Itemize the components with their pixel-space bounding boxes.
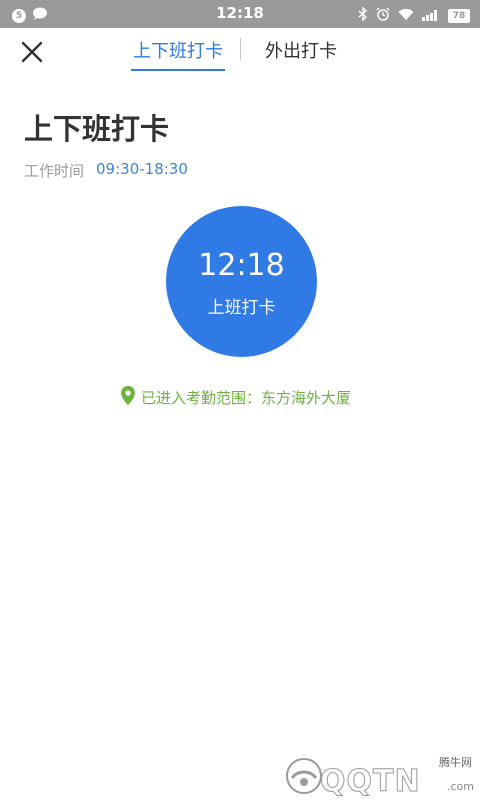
- screen: 5 12:18 78 上下班打卡 外出打卡 上下班打卡 工作时间 09:30-1…: [0, 0, 480, 800]
- location-status: 已进入考勤范围：东方海外大厦: [121, 386, 351, 409]
- work-time-value: 09:30-18:30: [96, 160, 188, 178]
- tab-divider: [240, 38, 241, 60]
- battery-icon: 78: [448, 8, 470, 23]
- watermark-logo-icon: [284, 756, 324, 800]
- watermark: 腾牛网 QQTN .com: [268, 750, 480, 800]
- status-bar: 5 12:18 78: [0, 0, 480, 28]
- page-title: 上下班打卡: [24, 112, 170, 146]
- punch-label: 上班打卡: [207, 298, 276, 318]
- wifi-icon: [398, 6, 414, 25]
- work-time-row: 工作时间 09:30-18:30: [24, 160, 188, 181]
- bluetooth-icon: [358, 6, 368, 25]
- tab-commute-punch[interactable]: 上下班打卡: [131, 37, 225, 71]
- punch-in-button[interactable]: 12:18 上班打卡: [166, 206, 317, 357]
- tab-outside-punch-label: 外出打卡: [265, 41, 337, 62]
- location-pin-icon: [121, 386, 135, 409]
- watermark-domain: .com: [447, 780, 474, 793]
- location-text: 已进入考勤范围：东方海外大厦: [141, 389, 352, 407]
- close-icon[interactable]: [18, 38, 46, 66]
- tab-outside-punch[interactable]: 外出打卡: [265, 37, 345, 71]
- top-nav: 上下班打卡 外出打卡: [0, 28, 480, 74]
- active-tab-indicator: [131, 69, 225, 71]
- tab-commute-punch-label: 上下班打卡: [133, 41, 223, 62]
- work-time-label: 工作时间: [24, 162, 85, 180]
- punch-time: 12:18: [198, 248, 285, 283]
- status-right: 78: [358, 6, 470, 25]
- watermark-brand: QQTN: [320, 764, 421, 800]
- alarm-icon: [376, 6, 390, 25]
- watermark-site-name: 腾牛网: [439, 756, 472, 769]
- signal-icon: [422, 6, 440, 25]
